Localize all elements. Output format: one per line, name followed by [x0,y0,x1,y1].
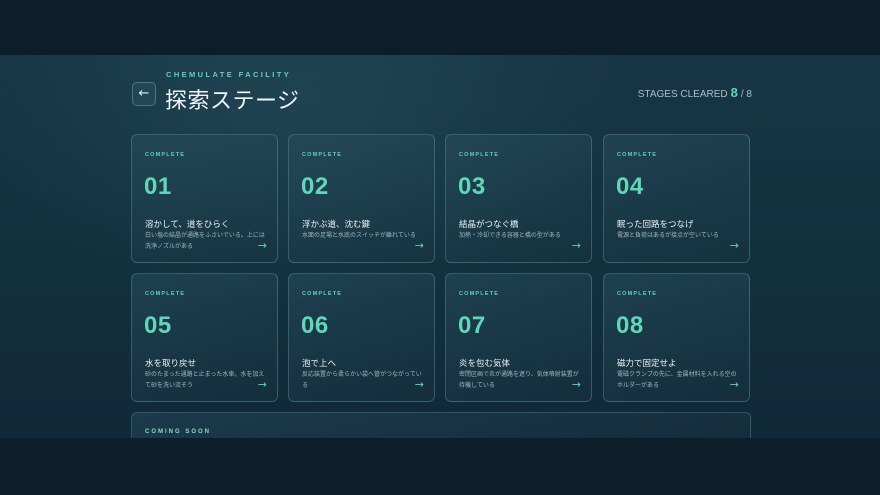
back-arrow-icon: ← [138,86,150,101]
stage-card-02[interactable]: COMPLETE 02 浮かぶ道、沈む鍵 水面の足場と水底のスイッチが離れている… [288,134,435,263]
stage-status: COMPLETE [617,152,658,158]
stage-description: 電源と負荷はあるが接点が空いている [617,232,719,239]
stage-status: COMPLETE [145,152,186,158]
stage-description: 砂のたまった通路と止まった水車。水を加えて砂を洗い流そう [145,371,265,389]
stage-status: COMPLETE [302,152,343,158]
arrow-right-icon: → [414,239,424,252]
stage-title: 炎を包む気体 [459,359,511,369]
facility-label: CHEMULATE FACILITY [166,70,292,79]
stage-number: 03 [458,173,486,200]
stage-card-04[interactable]: COMPLETE 04 眠った回路をつなげ 電源と負荷はあるが接点が空いている … [603,134,750,263]
stage-description: 水面の足場と水底のスイッチが離れている [302,232,416,239]
stage-title: 結晶がつなぐ橋 [459,220,519,230]
stage-title: 浮かぶ道、沈む鍵 [302,220,371,230]
stage-number: 05 [144,312,172,339]
arrow-right-icon: → [729,239,739,252]
stage-card-05[interactable]: COMPLETE 05 水を取り戻せ 砂のたまった通路と止まった水車。水を加えて… [131,273,278,402]
stages-cleared-label: STAGES CLEARED [637,89,728,100]
stage-card-08[interactable]: COMPLETE 08 磁力で固定せよ 電磁クランプの先に、金属材料を入れる空の… [603,273,750,402]
stage-number: 01 [144,173,172,200]
arrow-right-icon: → [414,378,424,391]
stage-number: 08 [616,312,644,339]
stage-title: 泡で上へ [302,359,337,369]
back-button[interactable]: ← [132,82,156,106]
stage-title: 磁力で固定せよ [617,359,677,369]
stage-card-01[interactable]: COMPLETE 01 溶かして、道をひらく 白い塩の結晶が通路をふさいでいる。… [131,134,278,263]
stages-cleared-counter: STAGES CLEARED 8 / 8 [638,85,752,100]
stages-total: / 8 [740,89,752,100]
stage-title: 水を取り戻せ [145,359,197,369]
arrow-right-icon: → [571,239,581,252]
stage-select-screen: ← CHEMULATE FACILITY 探索ステージ STAGES CLEAR… [0,55,880,438]
top-bar [0,0,880,55]
stage-number: 04 [616,173,644,200]
arrow-right-icon: → [571,378,581,391]
stage-status: COMPLETE [302,291,343,297]
stage-description: 反応装置から柔らかい袋へ管がつながっている [302,371,422,389]
stage-number: 06 [301,312,329,339]
stage-card-07[interactable]: COMPLETE 07 炎を包む気体 密閉区画で炎が通路を遮り、気体噴射装置が待… [445,273,592,402]
stage-status: COMPLETE [617,291,658,297]
page-title: 探索ステージ [165,89,300,114]
stage-number: 02 [301,173,329,200]
stage-description: 密閉区画で炎が通路を遮り、気体噴射装置が待機している [459,371,579,389]
stage-card-03[interactable]: COMPLETE 03 結晶がつなぐ橋 加熱・冷却できる容器と橋の型がある → [445,134,592,263]
coming-soon-label: COMING SOON [145,429,212,435]
bottom-bar [0,438,880,495]
arrow-right-icon: → [257,239,267,252]
stage-description: 加熱・冷却できる容器と橋の型がある [459,232,561,239]
arrow-right-icon: → [257,378,267,391]
stage-status: COMPLETE [459,291,500,297]
coming-soon-card: COMING SOON [131,412,751,438]
stage-title: 眠った回路をつなげ [617,220,694,230]
stage-status: COMPLETE [459,152,500,158]
stage-status: COMPLETE [145,291,186,297]
stage-title: 溶かして、道をひらく [145,220,230,230]
stages-cleared-count: 8 [730,85,738,100]
stage-card-06[interactable]: COMPLETE 06 泡で上へ 反応装置から柔らかい袋へ管がつながっている → [288,273,435,402]
stage-description: 白い塩の結晶が通路をふさいでいる。上には洗浄ノズルがある [145,232,265,250]
stage-number: 07 [458,312,486,339]
arrow-right-icon: → [729,378,739,391]
stage-description: 電磁クランプの先に、金属材料を入れる空のホルダーがある [617,371,737,389]
